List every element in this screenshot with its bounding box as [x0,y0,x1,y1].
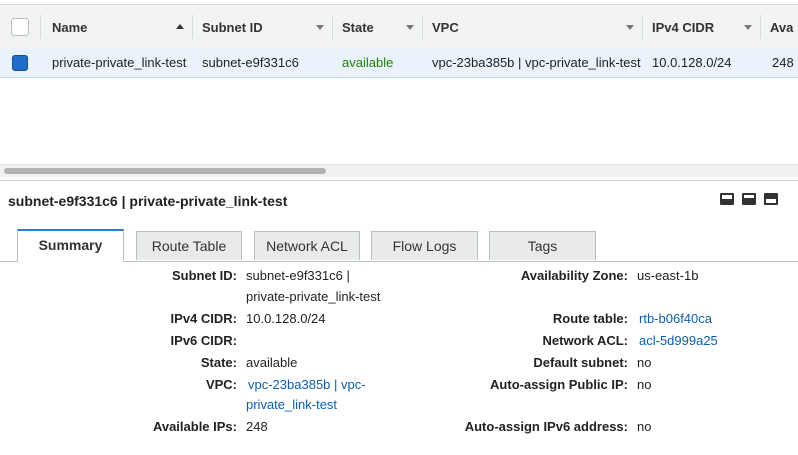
layout-bottom-icon[interactable] [720,193,734,205]
auto-assign-public-ip-label: Auto-assign Public IP: [490,377,628,392]
ipv4-cidr-value: 10.0.128.0/24 [246,311,326,326]
sort-ascending-icon[interactable] [176,24,184,29]
available-ips-label: Available IPs: [152,419,237,434]
ipv4-cidr-label: IPv4 CIDR: [170,311,237,326]
tab-summary[interactable]: Summary [17,229,124,262]
row-checkbox[interactable] [12,55,28,71]
available-ips-value: 248 [246,419,268,434]
column-header-label: VPC [432,19,459,35]
column-header-label: Ava [770,19,794,35]
tab-tags[interactable]: Tags [489,231,596,260]
column-header-label: Name [52,19,88,35]
column-header-label: Subnet ID [202,19,263,35]
cell-ipv4-cidr: 10.0.128.0/24 [652,55,732,70]
table-row[interactable]: private-private_link-test subnet-e9f331c… [0,49,798,78]
ipv6-cidr-label: IPv6 CIDR: [170,333,237,348]
availability-zone-value: us-east-1b [637,268,699,283]
subnets-grid: Name Subnet ID State VPC IPv4 CIDR Ava p… [0,0,798,180]
chevron-down-icon[interactable] [626,25,634,30]
detail-pane: subnet-e9f331c6 | private-private_link-t… [0,180,798,455]
detail-tabs: Summary Route Table Network ACL Flow Log… [0,229,798,262]
detail-title: subnet-e9f331c6 | private-private_link-t… [8,193,288,209]
subnet-id-value-line2: private-private_link-test [246,289,381,304]
column-divider [40,15,41,39]
subnet-id-label: Subnet ID: [172,268,237,283]
column-header-label: State [342,19,374,35]
horizontal-scrollbar[interactable] [0,164,798,177]
cell-subnet-id: subnet-e9f331c6 [202,55,299,70]
subnet-id-value-line1: subnet-e9f331c6 | [246,268,350,283]
grid-header: Name Subnet ID State VPC IPv4 CIDR Ava [0,4,798,50]
vpc-link-line1[interactable]: vpc-23ba385b | vpc- [248,377,366,392]
column-header-available-ips[interactable]: Ava [760,5,798,49]
cell-state: available [342,55,394,70]
layout-top-icon[interactable] [764,193,778,205]
tab-flow-logs[interactable]: Flow Logs [371,231,478,260]
network-acl-link[interactable]: acl-5d999a25 [639,333,718,348]
column-header-label: IPv4 CIDR [652,19,715,35]
select-all-checkbox[interactable] [11,18,29,36]
chevron-down-icon[interactable] [316,25,324,30]
pane-layout-controls [720,193,778,205]
column-header-vpc[interactable]: VPC [422,5,642,49]
auto-assign-ipv6-label: Auto-assign IPv6 address: [464,419,628,434]
cell-available-ips: 248 [772,55,794,70]
network-acl-label: Network ACL: [542,333,628,348]
state-label: State: [200,355,237,370]
tab-network-acl[interactable]: Network ACL [254,231,360,260]
cell-name: private-private_link-test [52,55,187,70]
route-table-link[interactable]: rtb-b06f40ca [639,311,712,326]
vpc-link-line2[interactable]: private_link-test [246,397,337,412]
availability-zone-label: Availability Zone: [520,268,628,283]
column-header-subnet-id[interactable]: Subnet ID [192,5,332,49]
vpc-label: VPC: [205,377,237,392]
tab-route-table[interactable]: Route Table [136,231,242,260]
default-subnet-label: Default subnet: [533,355,628,370]
auto-assign-ipv6-value: no [637,419,652,434]
chevron-down-icon[interactable] [406,25,414,30]
chevron-down-icon[interactable] [744,25,752,30]
default-subnet-value: no [637,355,652,370]
layout-split-icon[interactable] [742,193,756,205]
route-table-label: Route table: [552,311,628,326]
cell-vpc: vpc-23ba385b | vpc-private_link-test [432,55,641,70]
column-header-name[interactable]: Name [42,5,192,49]
column-header-ipv4-cidr[interactable]: IPv4 CIDR [642,5,760,49]
scrollbar-thumb[interactable] [4,168,326,174]
auto-assign-public-ip-value: no [637,377,652,392]
column-header-state[interactable]: State [332,5,422,49]
state-value: available [246,355,298,370]
